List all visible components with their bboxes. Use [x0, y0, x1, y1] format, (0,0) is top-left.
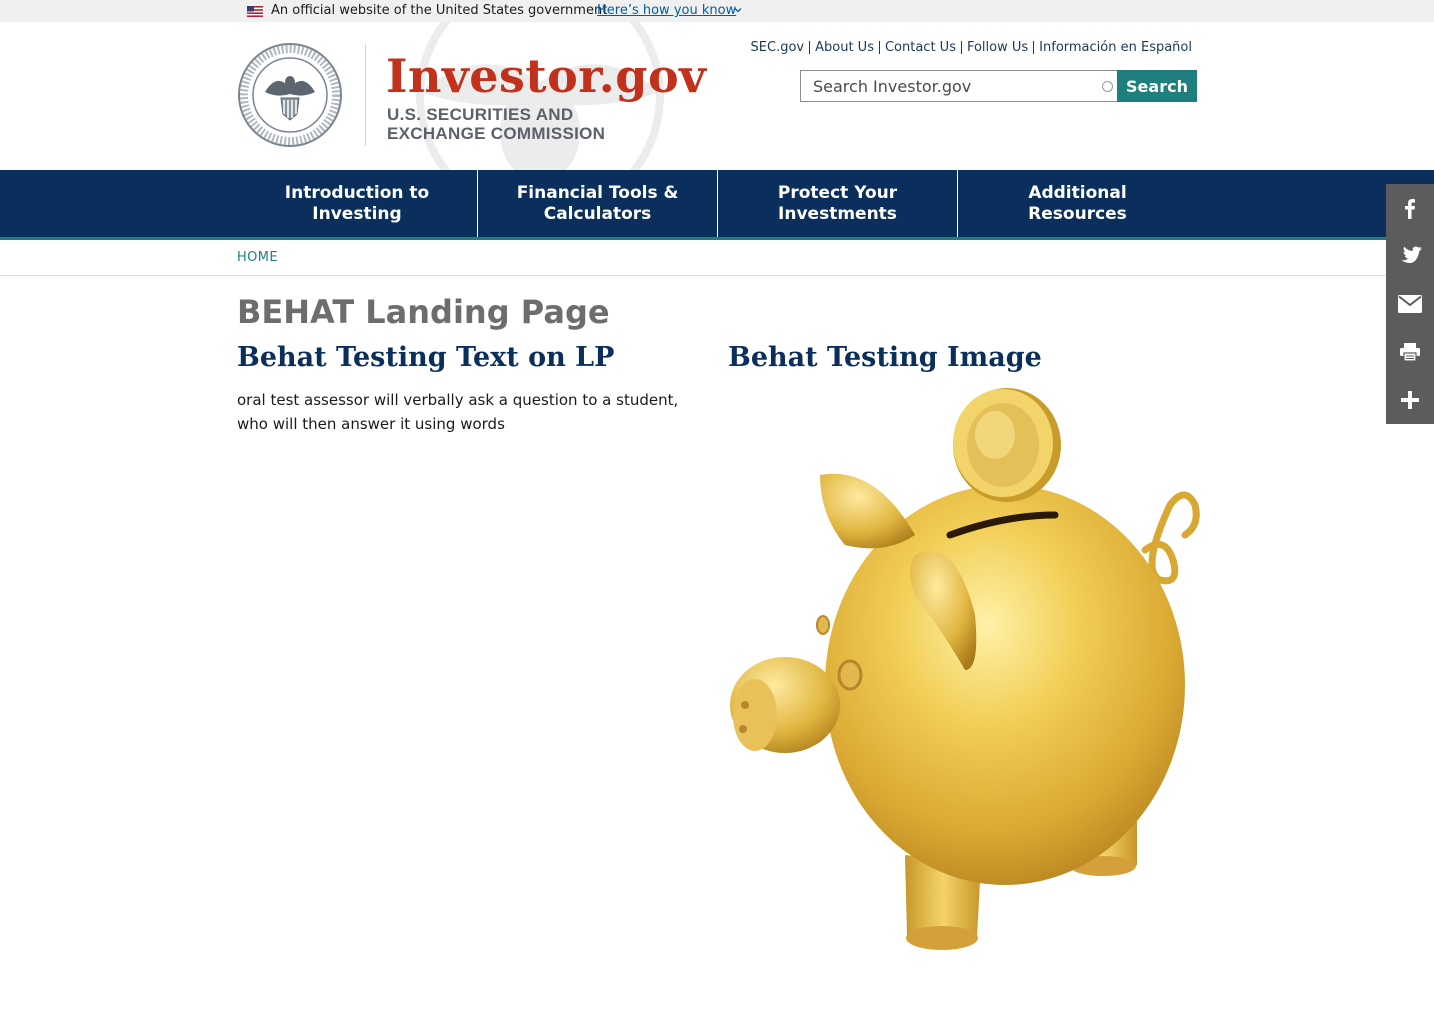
search-input[interactable] — [801, 71, 1091, 101]
search-button[interactable]: Search — [1117, 70, 1197, 102]
utility-link-contact-us[interactable]: Contact Us — [885, 40, 956, 55]
more-share-button[interactable] — [1386, 376, 1434, 424]
nav-label-line2: Calculators — [543, 203, 652, 224]
utility-separator — [1033, 41, 1035, 54]
site-title[interactable]: Investor.gov — [386, 50, 706, 102]
email-icon — [1398, 295, 1422, 313]
utility-link-follow-us[interactable]: Follow Us — [967, 40, 1028, 55]
facebook-icon — [1405, 199, 1415, 219]
header-divider — [365, 44, 366, 146]
facebook-share-button[interactable] — [1386, 184, 1434, 232]
loading-spinner-icon — [1102, 81, 1113, 92]
utility-link-sec-gov[interactable]: SEC.gov — [751, 40, 805, 55]
main-nav: Introduction to Investing Financial Tool… — [0, 170, 1434, 240]
how-you-know-link[interactable]: Here’s how you know — [597, 3, 736, 19]
right-column-heading: Behat Testing Image — [728, 342, 1042, 373]
twitter-icon — [1401, 246, 1422, 264]
nav-label-line1: Protect Your — [777, 182, 898, 203]
page-title: BEHAT Landing Page — [237, 293, 610, 331]
gov-banner: An official website of the United States… — [0, 0, 1434, 22]
nav-label-line1: Financial Tools & — [516, 182, 679, 203]
breadcrumb-home-link[interactable]: HOME — [237, 250, 278, 265]
nav-label-line2: Resources — [1028, 203, 1127, 224]
utility-link-espanol[interactable]: Información en Español — [1039, 40, 1192, 55]
chevron-down-icon[interactable] — [733, 5, 743, 15]
left-column-body: oral test assessor will verbally ask a q… — [237, 391, 679, 433]
site-header: Investor.gov U.S. SECURITIES AND EXCHANG… — [0, 22, 1434, 170]
official-site-text: An official website of the United States… — [271, 3, 608, 18]
breadcrumb: HOME — [0, 240, 1434, 276]
utility-separator — [960, 41, 962, 54]
print-icon — [1400, 343, 1420, 361]
agency-name-line1: U.S. SECURITIES AND — [387, 105, 574, 124]
print-button[interactable] — [1386, 328, 1434, 376]
us-flag-icon — [247, 6, 263, 17]
nav-item-introduction-to-investing[interactable]: Introduction to Investing — [237, 170, 477, 237]
nav-label-line2: Investing — [312, 203, 402, 224]
left-column-heading: Behat Testing Text on LP — [237, 342, 615, 373]
nav-label-line1: Introduction to — [284, 182, 430, 203]
twitter-share-button[interactable] — [1386, 232, 1434, 280]
agency-name: U.S. SECURITIES AND EXCHANGE COMMISSION — [387, 105, 605, 143]
nav-label-line2: Investments — [778, 203, 897, 224]
email-share-button[interactable] — [1386, 280, 1434, 328]
plus-icon — [1401, 391, 1419, 409]
agency-name-line2: EXCHANGE COMMISSION — [387, 124, 606, 143]
utility-nav: SEC.gov About Us Contact Us Follow Us In… — [751, 40, 1192, 55]
nav-item-additional-resources[interactable]: Additional Resources — [957, 170, 1197, 237]
share-toolbar — [1386, 184, 1434, 424]
search-field — [800, 70, 1117, 102]
utility-separator — [878, 41, 880, 54]
nav-item-financial-tools[interactable]: Financial Tools & Calculators — [477, 170, 717, 237]
utility-link-about-us[interactable]: About Us — [815, 40, 874, 55]
nav-item-protect-your-investments[interactable]: Protect Your Investments — [717, 170, 957, 237]
nav-label-line1: Additional — [1028, 182, 1127, 203]
piggy-bank-image — [730, 388, 1200, 950]
sec-seal-logo[interactable] — [237, 42, 343, 148]
utility-separator — [809, 41, 811, 54]
